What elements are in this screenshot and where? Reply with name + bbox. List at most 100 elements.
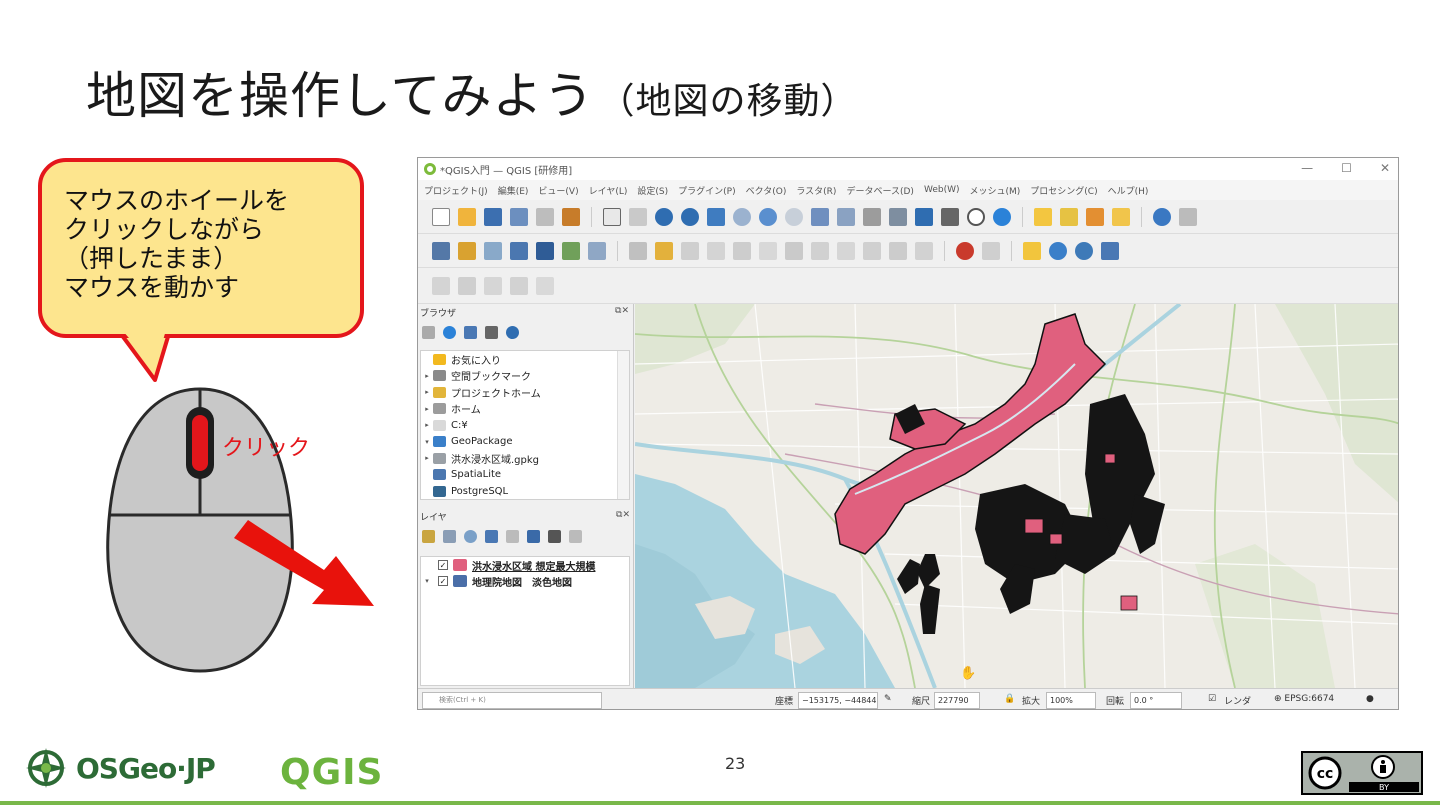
add-layers-icon[interactable] <box>422 325 435 339</box>
expand-arrow-icon[interactable]: ▸ <box>421 372 433 380</box>
browser-scrollbar[interactable] <box>617 351 629 499</box>
identify-icon[interactable] <box>1153 207 1171 226</box>
render-checkbox[interactable]: ☑ <box>1208 694 1216 704</box>
menu-web[interactable]: Web(W) <box>924 185 960 195</box>
show-bookmarks-icon[interactable] <box>941 207 959 226</box>
menu-raster[interactable]: ラスタ(R) <box>796 184 836 197</box>
browser-item[interactable]: ▸ ホーム <box>421 401 629 418</box>
expand-arrow-icon[interactable]: ▸ <box>421 388 433 396</box>
remove-layer-icon[interactable] <box>569 529 582 543</box>
expand-arrow-icon[interactable]: ▾ <box>421 577 433 585</box>
layer-visibility-checkbox[interactable]: ✓ <box>438 560 448 570</box>
create-layer-icon[interactable] <box>432 276 450 295</box>
label-abc-icon[interactable] <box>1023 241 1041 260</box>
menu-mesh[interactable]: メッシュ(M) <box>970 184 1021 197</box>
layer-item[interactable]: ✓ 洪水浸水区域 想定最大規模 <box>421 557 629 573</box>
zoom-layer-icon[interactable] <box>759 207 777 226</box>
map-tips-icon[interactable] <box>536 276 554 295</box>
panel-float-close-icon[interactable]: ⧉✕ <box>615 306 629 316</box>
select-by-value-icon[interactable] <box>1060 207 1078 226</box>
layer-item[interactable]: ▾ ✓ 地理院地図 淡色地図 <box>421 573 629 589</box>
browser-item[interactable]: ▸ 洪水浸水区域.gpkg <box>421 450 629 467</box>
zoom-full-icon[interactable] <box>707 207 725 226</box>
snapping-magnet-icon[interactable] <box>956 241 974 260</box>
modify-attributes-icon[interactable] <box>759 241 777 260</box>
filter-legend-icon[interactable] <box>485 529 498 543</box>
pan-hand-icon[interactable] <box>603 207 621 226</box>
style-layer-icon[interactable] <box>422 529 435 543</box>
new-map-view-icon[interactable] <box>863 207 881 226</box>
add-mesh-icon[interactable] <box>588 241 606 260</box>
toggle-editing-icon[interactable] <box>655 241 673 260</box>
magnifier-field[interactable]: 100% <box>1046 692 1096 709</box>
refresh-icon[interactable] <box>443 325 456 339</box>
scale-field[interactable]: 227790 <box>934 692 980 709</box>
add-polygon-icon[interactable] <box>707 241 725 260</box>
menu-help[interactable]: ヘルプ(H) <box>1108 184 1149 197</box>
collapse-all-icon[interactable] <box>548 529 561 543</box>
redo-icon[interactable] <box>915 241 933 260</box>
locator-search-input[interactable]: 検索(Ctrl + K) <box>422 692 602 709</box>
menu-vector[interactable]: ベクタ(O) <box>746 184 787 197</box>
browser-item[interactable]: ▾ GeoPackage <box>421 434 629 451</box>
field-calculator-icon[interactable] <box>1112 207 1130 226</box>
menu-plugins[interactable]: プラグイン(P) <box>678 184 735 197</box>
pan-to-selection-icon[interactable] <box>629 207 647 226</box>
browser-item[interactable]: PostgreSQL <box>421 483 629 500</box>
select-layer-icon[interactable] <box>458 276 476 295</box>
menu-processing[interactable]: プロセシング(C) <box>1030 184 1097 197</box>
vertex-tool-icon[interactable] <box>733 241 751 260</box>
annotation-icon[interactable] <box>510 276 528 295</box>
print-layout-icon[interactable] <box>536 207 554 226</box>
save-edits-icon[interactable] <box>681 241 699 260</box>
add-group-icon[interactable] <box>443 529 456 543</box>
menu-view[interactable]: ビュー(V) <box>538 184 578 197</box>
expand-arrow-icon[interactable]: ▸ <box>421 405 433 413</box>
add-spatialite-icon[interactable] <box>510 241 528 260</box>
new-3d-view-icon[interactable] <box>889 207 907 226</box>
select-features-icon[interactable] <box>1034 207 1052 226</box>
expand-all-icon[interactable] <box>527 529 540 543</box>
save-project-icon[interactable] <box>484 207 502 226</box>
minimize-button[interactable]: — <box>1301 161 1313 175</box>
browser-item[interactable]: ▸ C:¥ <box>421 417 629 434</box>
measure-icon[interactable] <box>484 276 502 295</box>
browser-item[interactable]: ▸ プロジェクトホーム <box>421 384 629 401</box>
browser-item[interactable]: お気に入り <box>421 351 629 368</box>
python-console-icon[interactable] <box>1075 241 1093 260</box>
browser-item[interactable]: SpatiaLite <box>421 467 629 484</box>
zoom-next-icon[interactable] <box>837 207 855 226</box>
toggle-extents-icon[interactable]: ✎ <box>884 694 892 704</box>
map-canvas[interactable]: ✋ <box>635 304 1398 688</box>
zoom-last-icon[interactable] <box>811 207 829 226</box>
expand-arrow-icon[interactable]: ▸ <box>421 421 433 429</box>
coordinate-field[interactable]: −153175, −44844 <box>798 692 878 709</box>
attribute-table-icon[interactable] <box>1179 207 1197 226</box>
lock-scale-icon[interactable]: 🔒 <box>1004 694 1015 704</box>
collapse-all-icon[interactable] <box>485 325 498 339</box>
add-geopackage-icon[interactable] <box>458 241 476 260</box>
edit-pencil-icon[interactable] <box>629 241 647 260</box>
help-icon[interactable] <box>1101 241 1119 260</box>
visibility-eye-icon[interactable] <box>464 529 477 543</box>
zoom-in-icon[interactable] <box>655 207 673 226</box>
bookmark-icon[interactable] <box>915 207 933 226</box>
maximize-button[interactable]: ☐ <box>1341 161 1352 175</box>
temporal-clock-icon[interactable] <box>967 207 985 226</box>
zoom-out-icon[interactable] <box>681 207 699 226</box>
save-as-icon[interactable] <box>510 207 528 226</box>
copy-icon[interactable] <box>837 241 855 260</box>
expand-arrow-icon[interactable]: ▾ <box>421 438 433 446</box>
zoom-selection-icon[interactable] <box>733 207 751 226</box>
rotation-field[interactable]: 0.0 ° <box>1130 692 1182 709</box>
add-virtual-icon[interactable] <box>536 241 554 260</box>
filter-icon[interactable] <box>464 325 477 339</box>
close-button[interactable]: ✕ <box>1380 161 1390 175</box>
paste-icon[interactable] <box>863 241 881 260</box>
menu-edit[interactable]: 編集(E) <box>498 184 529 197</box>
zoom-native-icon[interactable] <box>785 207 803 226</box>
add-vector-icon[interactable] <box>484 241 502 260</box>
undo-icon[interactable] <box>889 241 907 260</box>
cut-icon[interactable] <box>811 241 829 260</box>
menu-layer[interactable]: レイヤ(L) <box>589 184 628 197</box>
